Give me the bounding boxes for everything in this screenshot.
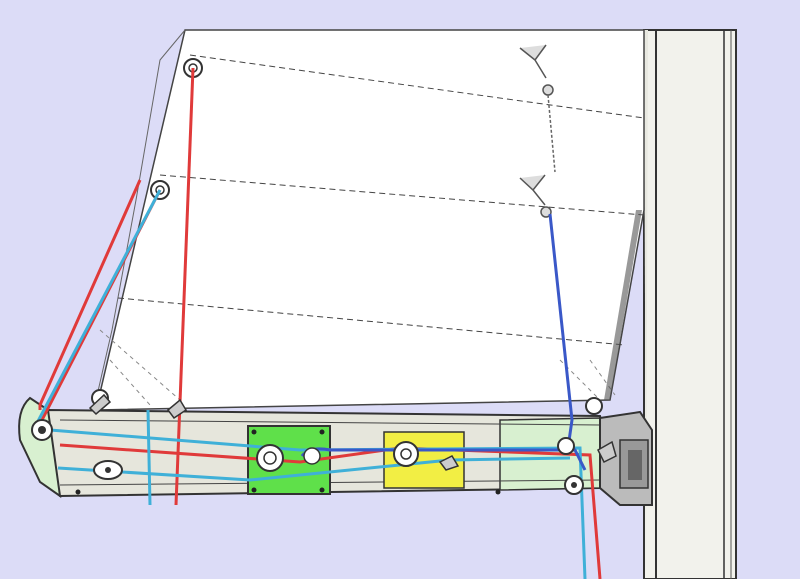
- pulley-wheel-icon: [256, 444, 284, 472]
- pulley-wheel-icon: [303, 447, 321, 465]
- mast: [643, 29, 737, 579]
- reefing-diagram: [18, 29, 737, 579]
- pulley-wheel-icon: [93, 460, 123, 480]
- pulley-wheel-icon: [31, 419, 53, 441]
- pulley-wheel-icon: [393, 441, 419, 467]
- mainsail: [95, 29, 645, 411]
